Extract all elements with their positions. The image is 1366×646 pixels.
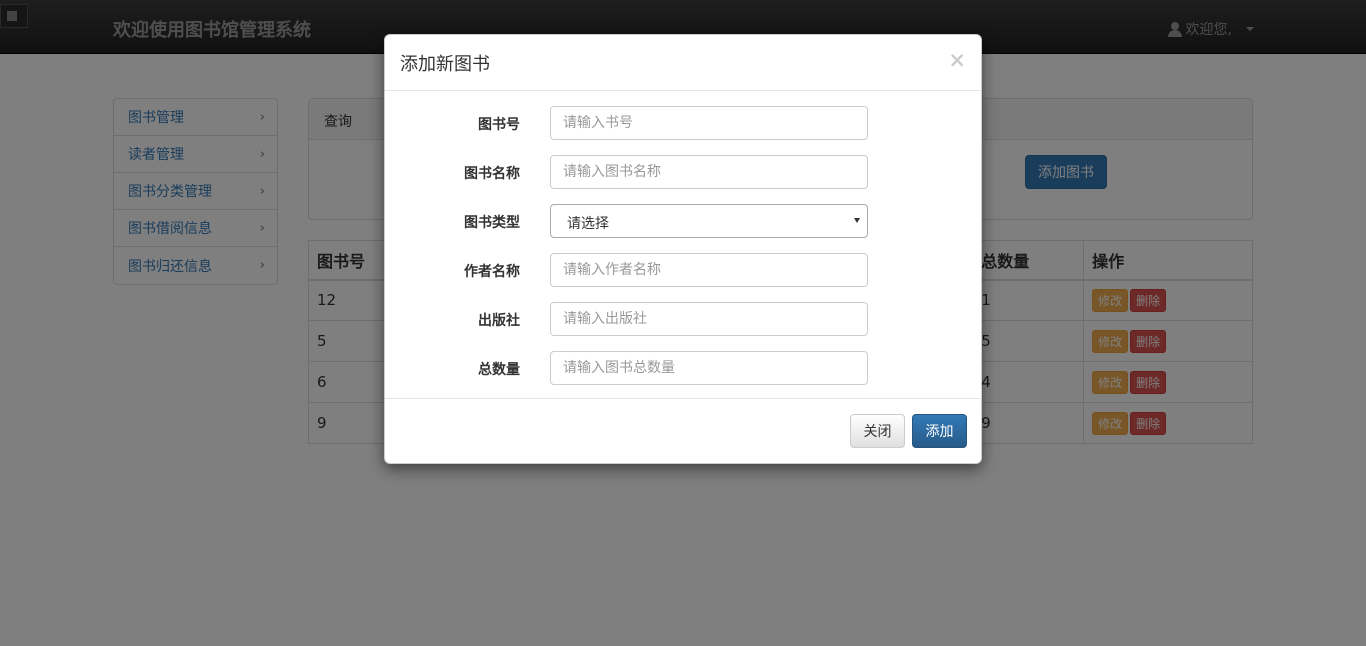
book-type-selected: 请选择: [567, 216, 609, 232]
modal-header: 添加新图书 ×: [385, 35, 981, 91]
book-no-label: 图书号: [478, 117, 520, 133]
book-no-input[interactable]: [550, 106, 868, 140]
book-name-input[interactable]: [550, 155, 868, 189]
book-type-select[interactable]: 请选择: [550, 204, 868, 238]
book-type-label: 图书类型: [464, 215, 520, 231]
form-row-book-no: 图书号: [385, 106, 983, 140]
submit-add-button[interactable]: 添加: [912, 414, 967, 448]
form-row-total: 总数量: [385, 351, 983, 385]
form-row-book-type: 图书类型 请选择: [385, 204, 983, 238]
modal-body: 图书号 图书名称 图书类型 请选择 作者名称 出版社 总数量: [385, 91, 981, 401]
form-row-publisher: 出版社: [385, 302, 983, 336]
close-button[interactable]: 关闭: [850, 414, 905, 448]
publisher-input[interactable]: [550, 302, 868, 336]
add-book-modal: 添加新图书 × 图书号 图书名称 图书类型 请选择 作者名称 出版社 总数量: [384, 34, 982, 464]
form-row-book-name: 图书名称: [385, 155, 983, 189]
publisher-label: 出版社: [478, 313, 520, 329]
author-input[interactable]: [550, 253, 868, 287]
total-input[interactable]: [550, 351, 868, 385]
modal-title: 添加新图书: [400, 54, 490, 75]
form-row-author: 作者名称: [385, 253, 983, 287]
book-name-label: 图书名称: [464, 166, 520, 182]
close-icon[interactable]: ×: [948, 48, 966, 72]
total-label: 总数量: [478, 362, 520, 378]
dropdown-arrow-icon: [854, 218, 860, 223]
modal-footer: 关闭 添加: [385, 398, 981, 463]
author-label: 作者名称: [464, 264, 520, 280]
